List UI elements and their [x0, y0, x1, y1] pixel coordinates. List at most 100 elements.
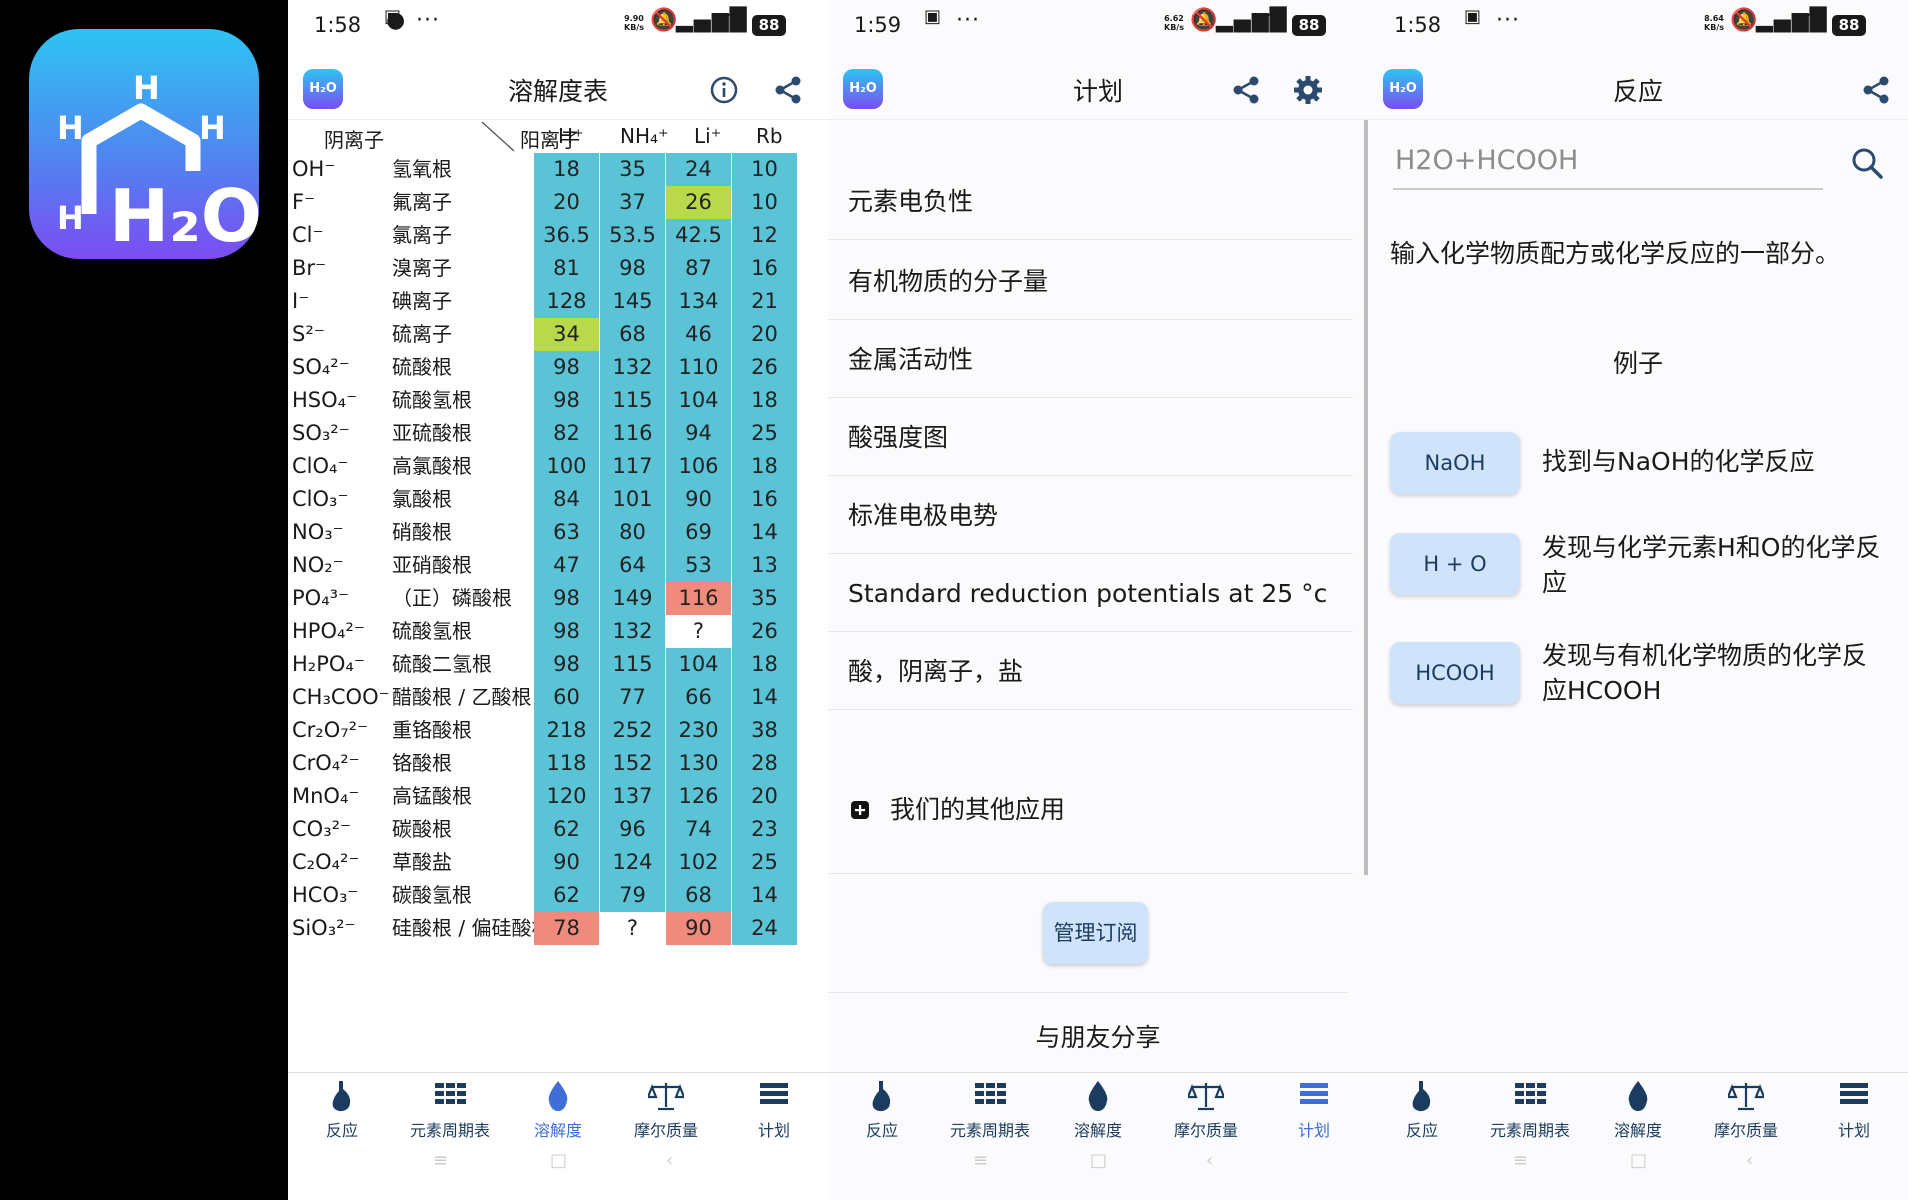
solubility-cell[interactable]: 21: [732, 285, 798, 319]
plan-item[interactable]: 金属活动性: [848, 340, 1348, 380]
table-row[interactable]: F⁻ 氟离子 20 37 26 10: [288, 186, 828, 220]
solubility-cell[interactable]: 252: [600, 714, 666, 748]
nav-item[interactable]: 反应: [288, 1079, 396, 1141]
example-button-h-o[interactable]: H + O: [1390, 533, 1520, 595]
nav-item[interactable]: 摩尔质量: [1692, 1079, 1800, 1141]
cation-header-cell[interactable]: Li⁺: [694, 124, 721, 148]
solubility-cell[interactable]: 60: [534, 681, 600, 715]
solubility-cell[interactable]: 87: [666, 252, 732, 286]
solubility-cell[interactable]: 37: [600, 186, 666, 220]
solubility-cell[interactable]: 116: [600, 417, 666, 451]
solubility-cell[interactable]: 84: [534, 483, 600, 517]
solubility-cell[interactable]: 100: [534, 450, 600, 484]
nav-item[interactable]: 计划: [720, 1079, 828, 1141]
solubility-cell[interactable]: 35: [600, 153, 666, 187]
solubility-cell[interactable]: 145: [600, 285, 666, 319]
solubility-cell[interactable]: 94: [666, 417, 732, 451]
solubility-cell[interactable]: 62: [534, 813, 600, 847]
cation-header-cell[interactable]: H⁺: [558, 124, 584, 148]
cation-header-cell[interactable]: Rb: [756, 124, 783, 148]
solubility-cell[interactable]: 102: [666, 846, 732, 880]
nav-item[interactable]: 摩尔质量: [612, 1079, 720, 1141]
nav-item[interactable]: 元素周期表: [1476, 1079, 1584, 1141]
table-row[interactable]: I⁻ 碘离子 128 145 134 21: [288, 285, 828, 319]
solubility-cell[interactable]: 115: [600, 648, 666, 682]
solubility-cell[interactable]: 14: [732, 879, 798, 913]
solubility-cell[interactable]: 53.5: [600, 219, 666, 253]
table-row[interactable]: S²⁻ 硫离子 34 68 46 20: [288, 318, 828, 352]
solubility-cell[interactable]: 64: [600, 549, 666, 583]
plan-item[interactable]: 酸，阴离子，盐: [848, 652, 1348, 692]
solubility-cell[interactable]: 98: [534, 648, 600, 682]
solubility-cell[interactable]: 90: [666, 912, 732, 946]
nav-item[interactable]: 反应: [828, 1079, 936, 1141]
solubility-cell[interactable]: 77: [600, 681, 666, 715]
solubility-cell[interactable]: 10: [732, 186, 798, 220]
plan-item[interactable]: 酸强度图: [848, 418, 1348, 458]
share-icon[interactable]: [772, 74, 804, 106]
solubility-cell[interactable]: 68: [600, 318, 666, 352]
solubility-cell[interactable]: 42.5: [666, 219, 732, 253]
solubility-cell[interactable]: 24: [666, 153, 732, 187]
solubility-cell[interactable]: 106: [666, 450, 732, 484]
solubility-cell[interactable]: 26: [732, 351, 798, 385]
solubility-cell[interactable]: 149: [600, 582, 666, 616]
solubility-cell[interactable]: 90: [534, 846, 600, 880]
share-icon[interactable]: [1860, 74, 1892, 106]
table-row[interactable]: SO₄²⁻ 硫酸根 98 132 110 26: [288, 351, 828, 385]
solubility-cell[interactable]: 74: [666, 813, 732, 847]
solubility-cell[interactable]: 78: [534, 912, 600, 946]
table-row[interactable]: PO₄³⁻ （正）磷酸根 98 149 116 35: [288, 582, 828, 616]
solubility-cell[interactable]: 134: [666, 285, 732, 319]
solubility-cell[interactable]: 69: [666, 516, 732, 550]
reaction-search-input[interactable]: H2O+HCOOH: [1393, 138, 1823, 190]
nav-item[interactable]: 摩尔质量: [1152, 1079, 1260, 1141]
solubility-cell[interactable]: 25: [732, 417, 798, 451]
table-row[interactable]: Br⁻ 溴离子 81 98 87 16: [288, 252, 828, 286]
solubility-cell[interactable]: 116: [666, 582, 732, 616]
solubility-cell[interactable]: 218: [534, 714, 600, 748]
table-row[interactable]: NO₃⁻ 硝酸根 63 80 69 14: [288, 516, 828, 550]
solubility-cell[interactable]: ?: [600, 912, 666, 946]
solubility-cell[interactable]: 26: [732, 615, 798, 649]
solubility-cell[interactable]: 98: [600, 252, 666, 286]
example-button-hcooh[interactable]: HCOOH: [1390, 642, 1520, 704]
table-row[interactable]: Cl⁻ 氯离子 36.5 53.5 42.5 12: [288, 219, 828, 253]
solubility-cell[interactable]: 117: [600, 450, 666, 484]
solubility-cell[interactable]: 16: [732, 483, 798, 517]
solubility-cell[interactable]: 98: [534, 582, 600, 616]
search-icon[interactable]: [1850, 146, 1884, 180]
table-row[interactable]: HSO₄⁻ 硫酸氢根 98 115 104 18: [288, 384, 828, 418]
solubility-cell[interactable]: 82: [534, 417, 600, 451]
table-row[interactable]: NO₂⁻ 亚硝酸根 47 64 53 13: [288, 549, 828, 583]
solubility-cell[interactable]: 18: [732, 384, 798, 418]
solubility-cell[interactable]: 46: [666, 318, 732, 352]
other-apps-link[interactable]: 我们的其他应用: [848, 790, 1348, 830]
solubility-cell[interactable]: 79: [600, 879, 666, 913]
solubility-cell[interactable]: 34: [534, 318, 600, 352]
solubility-cell[interactable]: 18: [732, 648, 798, 682]
table-row[interactable]: ClO₄⁻ 高氯酸根 100 117 106 18: [288, 450, 828, 484]
solubility-cell[interactable]: 12: [732, 219, 798, 253]
solubility-cell[interactable]: 68: [666, 879, 732, 913]
plan-item[interactable]: 元素电负性: [848, 182, 1348, 222]
table-row[interactable]: ClO₃⁻ 氯酸根 84 101 90 16: [288, 483, 828, 517]
nav-item[interactable]: 反应: [1368, 1079, 1476, 1141]
solubility-cell[interactable]: 18: [732, 450, 798, 484]
solubility-cell[interactable]: 98: [534, 384, 600, 418]
solubility-cell[interactable]: 90: [666, 483, 732, 517]
solubility-table[interactable]: 阴离子 阳离子 H⁺ NH₄⁺ Li⁺ Rb OH⁻ 氢氧根 18 35 24 10 F⁻ 氟离子 20…: [288, 120, 828, 960]
solubility-cell[interactable]: 24: [732, 912, 798, 946]
solubility-cell[interactable]: 132: [600, 615, 666, 649]
nav-item[interactable]: 计划: [1260, 1079, 1368, 1141]
solubility-cell[interactable]: 18: [534, 153, 600, 187]
solubility-cell[interactable]: 81: [534, 252, 600, 286]
nav-item[interactable]: 计划: [1800, 1079, 1908, 1141]
table-row[interactable]: CO₃²⁻ 碳酸根 62 96 74 23: [288, 813, 828, 847]
share-icon[interactable]: [1230, 74, 1262, 106]
solubility-cell[interactable]: 14: [732, 681, 798, 715]
solubility-cell[interactable]: 23: [732, 813, 798, 847]
table-row[interactable]: Cr₂O₇²⁻ 重铬酸根 218 252 230 38: [288, 714, 828, 748]
solubility-cell[interactable]: 124: [600, 846, 666, 880]
table-row[interactable]: CH₃COO⁻ 醋酸根 / 乙酸根 60 77 66 14: [288, 681, 828, 715]
